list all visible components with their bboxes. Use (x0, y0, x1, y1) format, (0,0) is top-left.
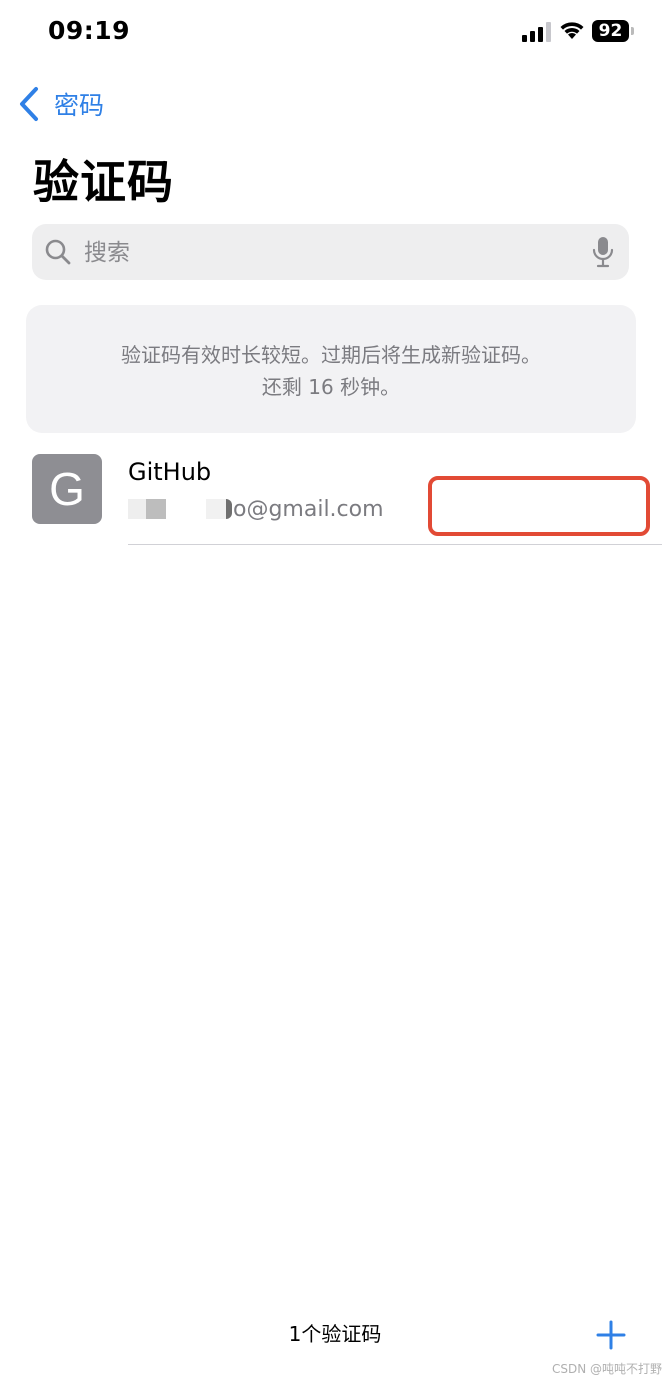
item-account: o@gmail.com (128, 494, 384, 524)
battery-cap (631, 27, 634, 35)
status-bar: 09:19 92 (0, 0, 670, 64)
cellular-signal-icon (522, 22, 551, 42)
page-title: 验证码 (33, 155, 174, 209)
divider (128, 544, 662, 545)
battery-indicator: 92 (592, 20, 636, 43)
back-label: 密码 (54, 91, 105, 120)
info-line-2: 还剩 16 秒钟。 (261, 375, 401, 399)
avatar: G (32, 454, 102, 524)
account-suffix: o@gmail.com (233, 496, 384, 522)
status-time: 09:19 (48, 16, 131, 45)
back-button[interactable]: 密码 (18, 84, 104, 124)
plus-icon[interactable] (596, 1320, 626, 1350)
list-item[interactable]: G GitHub o@gmail.com (0, 440, 670, 545)
redacted-gap (166, 499, 206, 519)
search-bar[interactable] (32, 224, 629, 282)
wifi-icon (560, 22, 584, 39)
redacted-block (146, 499, 166, 519)
search-input[interactable] (82, 224, 586, 282)
code-count-label: 1个验证码 (288, 1322, 382, 1346)
item-title: GitHub (128, 458, 212, 486)
info-line-1: 验证码有效时长较短。过期后将生成新验证码。 (121, 343, 541, 367)
watermark: CSDN @吨吨不打野 (551, 1362, 662, 1376)
battery-level: 92 (592, 20, 629, 42)
code-highlight-box (428, 476, 650, 536)
verification-codes-screen: 09:19 92 密码 验证码 搜索 验证码有效时长较短。过期后将生成新验证码。… (0, 0, 670, 1384)
redacted-block (206, 499, 226, 519)
chevron-left-icon (20, 87, 38, 121)
redacted-block (226, 499, 232, 519)
redacted-block (128, 499, 146, 519)
microphone-icon[interactable] (592, 236, 614, 268)
search-icon (45, 239, 71, 265)
code-expiry-info-card: 验证码有效时长较短。过期后将生成新验证码。 还剩 16 秒钟。 (26, 305, 636, 433)
